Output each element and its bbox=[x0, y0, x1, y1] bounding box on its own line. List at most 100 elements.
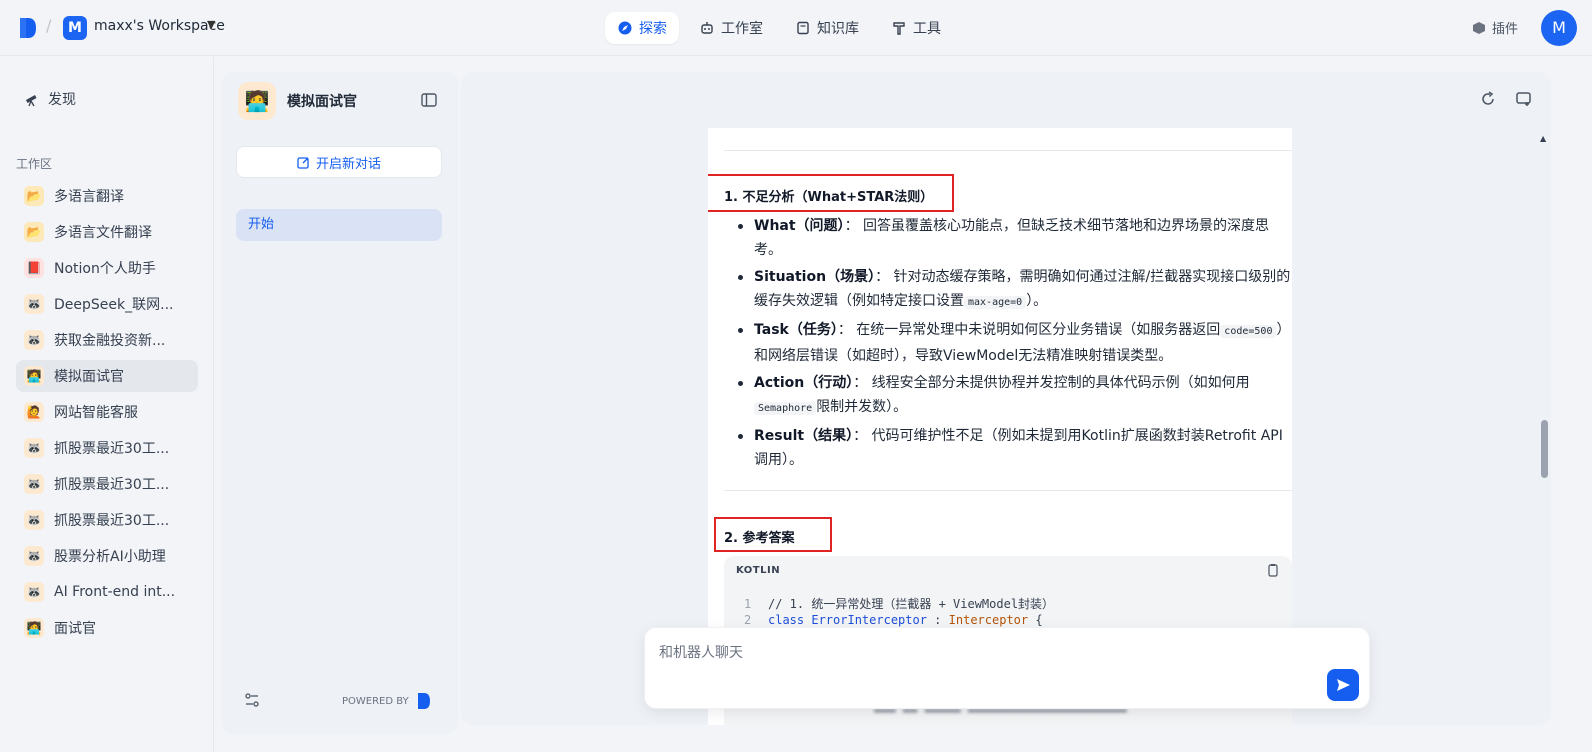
raccoon-icon: 🦝 bbox=[24, 294, 44, 314]
raccoon-icon: 🦝 bbox=[24, 330, 44, 350]
sidebar-app-item[interactable]: 📕 Notion个人助手 bbox=[16, 252, 198, 284]
send-icon bbox=[1337, 679, 1350, 691]
analysis-term: What（问题） bbox=[754, 218, 845, 234]
heading-reference: 2. 参考答案 bbox=[724, 531, 795, 546]
scrollbar-thumb[interactable] bbox=[1541, 420, 1548, 478]
user-avatar[interactable]: M bbox=[1541, 10, 1577, 46]
copy-icon[interactable] bbox=[1266, 563, 1280, 577]
analysis-text: 在统一异常处理中未说明如何区分业务错误（如服务器返回 bbox=[856, 322, 1221, 338]
nav-label: 工作室 bbox=[721, 21, 763, 37]
nav-studio[interactable]: 工作室 bbox=[687, 12, 775, 44]
sidebar-app-label: 面试官 bbox=[54, 621, 96, 637]
code-line: 1// 1. 统一异常处理（拦截器 + ViewModel封装） bbox=[744, 597, 1055, 611]
sidebar-app-item[interactable]: 🦝 股票分析AI小助理 bbox=[16, 540, 198, 572]
sidebar-app-label: 模拟面试官 bbox=[54, 369, 124, 385]
refresh-icon[interactable] bbox=[1479, 90, 1497, 108]
chat-composer bbox=[644, 627, 1370, 709]
powered-by: POWERED BY bbox=[342, 692, 431, 710]
sidebar-app-item[interactable]: 📂 多语言翻译 bbox=[16, 180, 198, 212]
folder-icon: 📂 bbox=[24, 186, 44, 206]
top-bar: / M maxx's Workspace ▼ 探索 工作室 知识库 工具 插件 … bbox=[0, 0, 1592, 56]
analysis-item: Action（行动）： 线程安全部分未提供协程并发控制的具体代码示例（如如何用 S… bbox=[732, 371, 1292, 421]
analysis-separator: ： bbox=[853, 375, 868, 391]
folder-icon: 📂 bbox=[24, 222, 44, 242]
divider bbox=[724, 490, 1292, 491]
nav-knowledge[interactable]: 知识库 bbox=[783, 12, 871, 44]
sidebar-app-item[interactable]: 🧑‍💻 面试官 bbox=[16, 612, 198, 644]
app-list: 📂 多语言翻译 📂 多语言文件翻译 📕 Notion个人助手 🦝 DeepSeek_联网...… bbox=[16, 180, 198, 648]
sidebar-app-label: DeepSeek_联网... bbox=[54, 297, 174, 313]
sidebar-collapse-icon[interactable] bbox=[420, 91, 438, 109]
sidebar-app-item[interactable]: 🦝 获取金融投资新... bbox=[16, 324, 198, 356]
code-line: 2 class ErrorInterceptor : Interceptor { bbox=[744, 613, 1043, 627]
nav-tools[interactable]: 工具 bbox=[879, 12, 953, 44]
breadcrumb-separator: / bbox=[46, 16, 52, 35]
analysis-separator: ： bbox=[837, 322, 852, 338]
raccoon-icon: 🦝 bbox=[24, 546, 44, 566]
sidebar-app-label: 多语言翻译 bbox=[54, 189, 124, 205]
raccoon-icon: 🦝 bbox=[24, 510, 44, 530]
analysis-text: ）。 bbox=[1026, 293, 1048, 309]
analysis-text: 线程安全部分未提供协程并发控制的具体代码示例（如如何用 bbox=[871, 375, 1250, 391]
interviewer-icon: 🧑‍💻 bbox=[24, 366, 44, 386]
plugin-button[interactable]: 插件 bbox=[1472, 18, 1518, 37]
chat-actions bbox=[1479, 90, 1533, 108]
analysis-item: Result（结果）： 代码可维护性不足（例如未提到用Kotlin扩展函数封装R… bbox=[732, 424, 1292, 472]
dify-logo-icon[interactable] bbox=[18, 16, 38, 40]
sidebar-app-label: 抓股票最近30工... bbox=[54, 513, 170, 529]
sidebar-app-label: AI Front-end int... bbox=[54, 584, 176, 600]
sidebar-app-label: Notion个人助手 bbox=[54, 261, 156, 277]
sidebar-app-label: 获取金融投资新... bbox=[54, 333, 166, 349]
book-icon bbox=[797, 21, 809, 35]
new-chat-button[interactable]: 开启新对话 bbox=[236, 146, 442, 178]
workspace-avatar[interactable]: M bbox=[63, 16, 87, 40]
cube-icon bbox=[1473, 21, 1485, 34]
analysis-separator: ： bbox=[853, 428, 868, 444]
sidebar-app-item[interactable]: 🙋 网站智能客服 bbox=[16, 396, 198, 428]
compass-icon bbox=[618, 21, 632, 35]
send-button[interactable] bbox=[1327, 669, 1359, 701]
sidebar-app-item[interactable]: 🦝 抓股票最近30工... bbox=[16, 504, 198, 536]
sidebar-app-label: 股票分析AI小助理 bbox=[54, 549, 166, 565]
heading-analysis: 1. 不足分析（What+STAR法则） bbox=[724, 190, 934, 205]
chat-input[interactable] bbox=[659, 642, 1259, 664]
interviewer-icon: 🧑‍💻 bbox=[238, 82, 276, 120]
chevron-down-icon[interactable]: ▼ bbox=[207, 18, 215, 31]
analysis-term: Task（任务） bbox=[754, 322, 838, 338]
new-conversation-icon[interactable] bbox=[1515, 90, 1533, 108]
sidebar-app-item[interactable]: 🧑‍💻 模拟面试官 bbox=[16, 360, 198, 392]
sidebar-app-item[interactable]: 🦝 抓股票最近30工... bbox=[16, 468, 198, 500]
settings-sliders-icon[interactable] bbox=[244, 692, 260, 708]
plugin-label: 插件 bbox=[1492, 22, 1519, 37]
analysis-item: Situation（场景）： 针对动态缓存策略，需明确如何通过注解/拦截器实现接… bbox=[732, 265, 1292, 315]
analysis-term: Action（行动） bbox=[754, 375, 854, 391]
analysis-item: Task（任务）： 在统一异常处理中未说明如何区分业务错误（如服务器返回 code… bbox=[732, 318, 1292, 368]
nav-explore[interactable]: 探索 bbox=[605, 12, 679, 44]
interviewer-icon: 🧑‍💻 bbox=[24, 618, 44, 638]
workspace-section-title: 工作区 bbox=[16, 157, 53, 171]
discover-link[interactable]: 发现 bbox=[24, 89, 76, 109]
sidebar-app-item[interactable]: 🦝 DeepSeek_联网... bbox=[16, 288, 198, 320]
scroll-up-icon[interactable]: ▲ bbox=[1540, 134, 1546, 143]
analysis-term: Result（结果） bbox=[754, 428, 854, 444]
code-language: KOTLIN bbox=[736, 565, 781, 576]
sidebar-app-label: 网站智能客服 bbox=[54, 405, 138, 421]
analysis-separator: ： bbox=[875, 269, 890, 285]
analysis-term: Situation（场景） bbox=[754, 269, 876, 285]
inline-code: Semaphore bbox=[754, 402, 817, 415]
conversation-item[interactable]: 开始 bbox=[236, 209, 442, 241]
divider bbox=[724, 150, 1292, 151]
analysis-item: What（问题）： 回答虽覆盖核心功能点，但缺乏技术细节落地和边界场景的深度思考… bbox=[732, 214, 1292, 262]
sidebar-app-item[interactable]: 🦝 抓股票最近30工... bbox=[16, 432, 198, 464]
sidebar-app-item[interactable]: 🦝 AI Front-end int... bbox=[16, 576, 198, 608]
workspace-name[interactable]: maxx's Workspace bbox=[94, 18, 225, 34]
raccoon-icon: 🦝 bbox=[24, 474, 44, 494]
conversation-panel: 🧑‍💻 模拟面试官 开启新对话 开始 POWERED BY bbox=[222, 72, 458, 734]
raccoon-icon: 🦝 bbox=[24, 438, 44, 458]
hammer-icon bbox=[893, 22, 905, 35]
sidebar-app-label: 多语言文件翻译 bbox=[54, 225, 152, 241]
telescope-icon bbox=[26, 95, 37, 107]
inline-code: code=500 bbox=[1220, 325, 1277, 338]
robot-icon bbox=[701, 22, 713, 34]
sidebar-app-item[interactable]: 📂 多语言文件翻译 bbox=[16, 216, 198, 248]
